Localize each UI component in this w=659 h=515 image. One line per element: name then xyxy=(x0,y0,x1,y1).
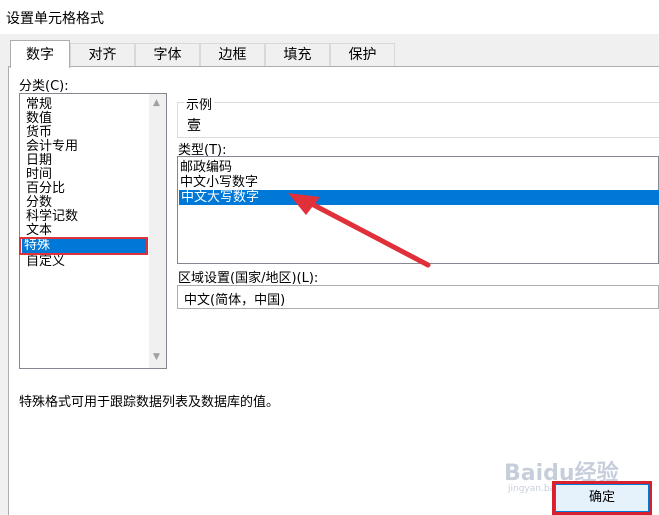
format-description: 特殊格式可用于跟踪数据列表及数据库的值。 xyxy=(19,395,280,410)
locale-label: 区域设置(国家/地区)(L): xyxy=(178,271,319,286)
category-item[interactable]: 数值 xyxy=(24,111,54,126)
category-item[interactable]: 百分比 xyxy=(24,181,67,196)
sample-group xyxy=(177,102,659,138)
locale-select[interactable]: 中文(简体，中国) xyxy=(177,285,659,309)
category-item[interactable]: 常规 xyxy=(24,97,54,112)
dialog-title: 设置单元格格式 xyxy=(6,11,104,27)
locale-value: 中文(简体，中国) xyxy=(184,293,286,308)
scroll-up-icon[interactable]: ▲ xyxy=(153,98,160,108)
tab-number[interactable]: 数字 xyxy=(10,40,70,68)
tab-font[interactable]: 字体 xyxy=(135,43,200,66)
category-list[interactable]: 常规 数值 货币 会计专用 日期 时间 百分比 分数 科学记数 文本 特殊 自定… xyxy=(19,93,167,369)
category-scrollbar[interactable]: ▲ ▼ xyxy=(149,94,166,368)
tab-fill[interactable]: 填充 xyxy=(265,43,330,66)
type-item[interactable]: 邮政编码 xyxy=(180,160,232,175)
category-item[interactable]: 日期 xyxy=(24,153,54,168)
category-item[interactable]: 科学记数 xyxy=(24,209,80,224)
tab-alignment[interactable]: 对齐 xyxy=(70,43,135,66)
sample-value: 壹 xyxy=(187,118,201,134)
type-item[interactable]: 中文小写数字 xyxy=(180,175,258,190)
title-bar: 设置单元格格式 xyxy=(0,0,659,34)
category-label: 分类(C): xyxy=(19,79,69,94)
category-item[interactable]: 分数 xyxy=(24,195,54,210)
annotation-arrow-icon xyxy=(288,193,431,268)
tab-protection[interactable]: 保护 xyxy=(330,43,395,66)
category-item[interactable]: 自定义 xyxy=(24,254,67,269)
category-item[interactable]: 货币 xyxy=(24,125,54,140)
scroll-down-icon[interactable]: ▼ xyxy=(153,352,160,362)
category-item[interactable]: 会计专用 xyxy=(24,139,80,154)
category-item[interactable]: 时间 xyxy=(24,167,54,182)
tab-border[interactable]: 边框 xyxy=(200,43,265,66)
annotation-highlight-ok xyxy=(552,481,652,515)
sample-label: 示例 xyxy=(184,94,215,113)
annotation-highlight-category xyxy=(19,237,148,255)
category-item[interactable]: 文本 xyxy=(24,223,54,238)
